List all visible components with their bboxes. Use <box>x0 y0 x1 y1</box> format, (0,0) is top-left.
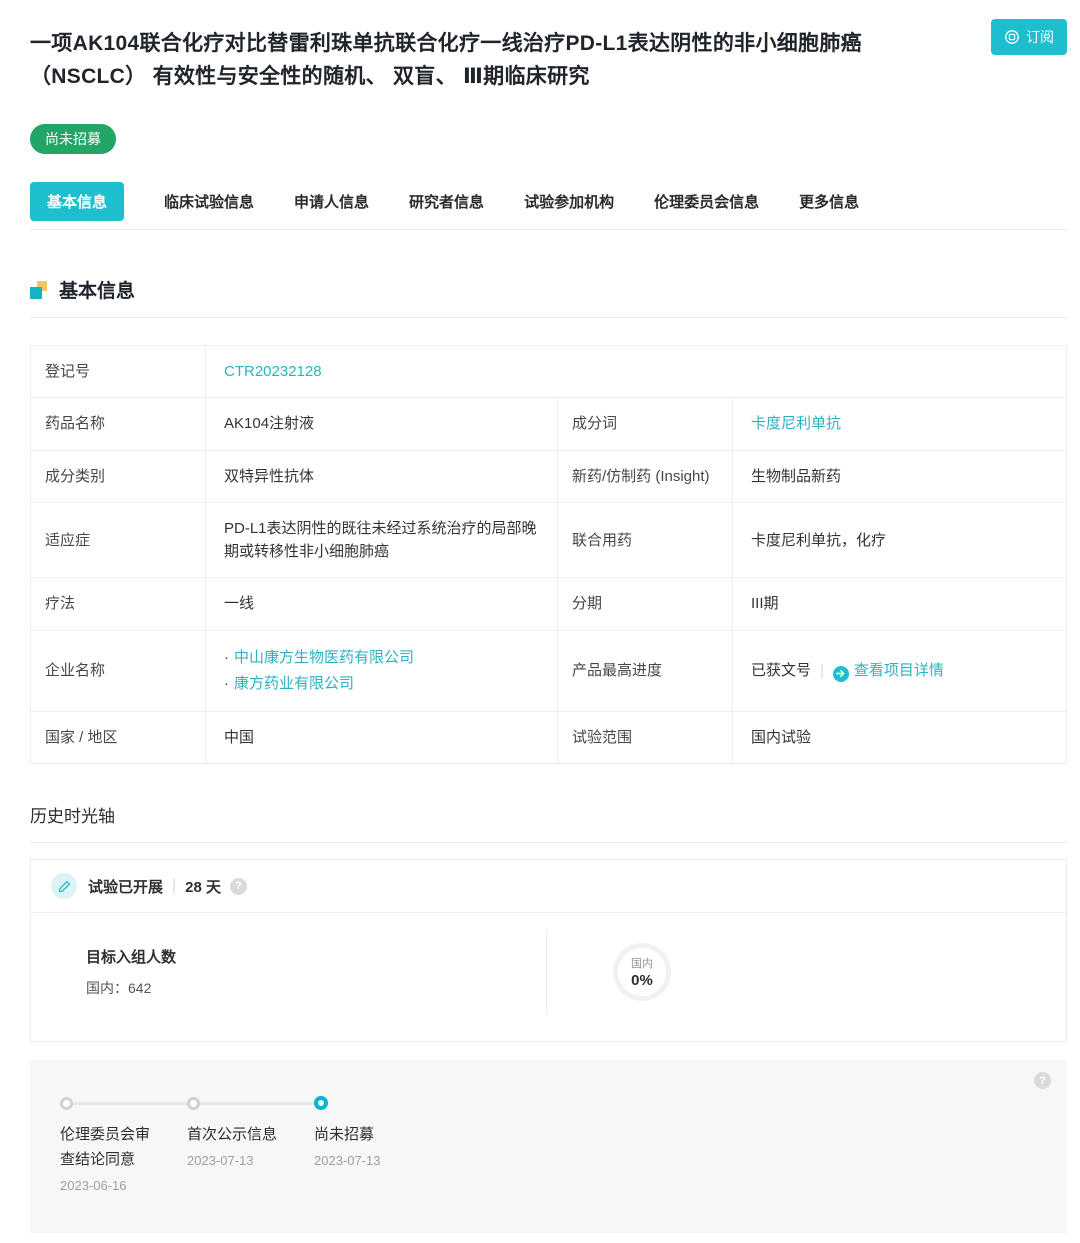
field-label-companies: 企业名称 <box>31 630 206 712</box>
tab-applicant-info[interactable]: 申请人信息 <box>294 182 369 221</box>
enrollment-target-block: 目标入组人数 国内：642 <box>31 946 546 998</box>
timeline-dot <box>187 1097 200 1110</box>
ingredient-link[interactable]: 卡度尼利单抗 <box>751 415 841 432</box>
subscribe-icon <box>1004 29 1020 45</box>
subscribe-button[interactable]: 订阅 <box>991 19 1067 55</box>
enrollment-domestic-count: 国内：642 <box>86 978 546 998</box>
field-value-therapy-line: 一线 <box>206 578 558 630</box>
registry-number-link[interactable]: CTR20232128 <box>224 363 322 380</box>
field-label-scope: 试验范围 <box>558 712 733 764</box>
timeline-event-ethics-approval: 伦理委员会审查结论同意 2023-06-16 <box>60 1096 187 1193</box>
basic-info-section-title: 基本信息 <box>59 276 135 303</box>
page-container: 一项AK104联合化疗对比替雷利珠单抗联合化疗一线治疗PD-L1表达阴性的非小细… <box>0 0 1080 1243</box>
tab-ethics-committee-info[interactable]: 伦理委员会信息 <box>654 182 759 221</box>
field-value-ingredient-class: 双特异性抗体 <box>206 450 558 502</box>
field-value-scope: 国内试验 <box>733 712 1067 764</box>
field-value-phase: III期 <box>733 578 1067 630</box>
progress-ring-wrap: 国内 0% <box>613 943 671 1001</box>
vertical-divider <box>546 931 547 1013</box>
ring-percent: 0% <box>631 972 653 989</box>
field-label-ingredient-class: 成分类别 <box>31 450 206 502</box>
field-value-new-drug: 生物制品新药 <box>733 450 1067 502</box>
field-value-product-progress: 已获文号 | 查看项目详情 <box>733 630 1067 712</box>
tab-bar: 基本信息 临床试验信息 申请人信息 研究者信息 试验参加机构 伦理委员会信息 更… <box>30 182 1067 230</box>
timeline-event-not-yet-recruiting: 尚未招募 2023-07-13 <box>314 1096 441 1193</box>
bullet: · <box>224 649 229 666</box>
domestic-progress-ring: 国内 0% <box>613 943 671 1001</box>
bullet: · <box>224 675 229 692</box>
trial-progress-card: 试验已开展 | 28 天 ? 目标入组人数 国内：642 国内 0% <box>30 859 1067 1042</box>
timeline-event-date: 2023-07-13 <box>314 1153 441 1168</box>
field-label-ingredient: 成分词 <box>558 398 733 450</box>
field-value-country: 中国 <box>206 712 558 764</box>
timeline-connector <box>200 1102 314 1105</box>
table-row: 国家 / 地区 中国 试验范围 国内试验 <box>31 712 1067 764</box>
field-value-indication: PD-L1表达阴性的既往未经过系统治疗的局部晚期或转移性非小细胞肺癌 <box>206 502 558 578</box>
trial-card-body: 目标入组人数 国内：642 国内 0% <box>31 913 1066 1041</box>
basic-info-section-header: 基本信息 <box>30 276 1067 318</box>
trial-status-text: 试验已开展 <box>88 876 163 897</box>
field-label-country: 国家 / 地区 <box>31 712 206 764</box>
table-row: 企业名称 · 中山康方生物医药有限公司 · 康方药业有限公司 产品最高进度 已获文号… <box>31 630 1067 712</box>
enrollment-target-title: 目标入组人数 <box>86 946 546 967</box>
table-row: 适应症 PD-L1表达阴性的既往未经过系统治疗的局部晚期或转移性非小细胞肺癌 联… <box>31 502 1067 578</box>
company-link-2[interactable]: 康方药业有限公司 <box>234 675 354 692</box>
milestone-timeline: 伦理委员会审查结论同意 2023-06-16 首次公示信息 2023-07-13… <box>60 1096 1037 1193</box>
timeline-dot-active <box>314 1096 328 1110</box>
timeline-event-name: 尚未招募 <box>314 1123 411 1148</box>
field-label-registry: 登记号 <box>31 346 206 398</box>
field-label-product-progress: 产品最高进度 <box>558 630 733 712</box>
table-row: 成分类别 双特异性抗体 新药/仿制药 (Insight) 生物制品新药 <box>31 450 1067 502</box>
basic-info-table: 登记号 CTR20232128 药品名称 AK104注射液 成分词 卡度尼利单抗… <box>30 345 1067 764</box>
timeline-event-name: 伦理委员会审查结论同意 <box>60 1123 157 1173</box>
ring-label: 国内 <box>631 955 653 971</box>
field-value-combination: 卡度尼利单抗，化疗 <box>733 502 1067 578</box>
table-row: 疗法 一线 分期 III期 <box>31 578 1067 630</box>
tab-clinical-trial-info[interactable]: 临床试验信息 <box>164 182 254 221</box>
table-row: 药品名称 AK104注射液 成分词 卡度尼利单抗 <box>31 398 1067 450</box>
product-progress-status: 已获文号 <box>751 662 811 679</box>
separator: | <box>172 877 176 895</box>
company-link-1[interactable]: 中山康方生物医药有限公司 <box>234 649 414 666</box>
field-label-indication: 适应症 <box>31 502 206 578</box>
table-row: 登记号 CTR20232128 <box>31 346 1067 398</box>
field-label-therapy-line: 疗法 <box>31 578 206 630</box>
tab-participating-institutions[interactable]: 试验参加机构 <box>524 182 614 221</box>
history-timeline-title: 历史时光轴 <box>30 802 1067 843</box>
tab-researcher-info[interactable]: 研究者信息 <box>409 182 484 221</box>
help-icon[interactable]: ? <box>230 878 247 895</box>
trial-days-count: 28 天 <box>185 876 221 897</box>
tab-more-info[interactable]: 更多信息 <box>799 182 859 221</box>
field-value-companies: · 中山康方生物医药有限公司 · 康方药业有限公司 <box>206 630 558 712</box>
separator: | <box>820 662 824 679</box>
field-value-drug-name: AK104注射液 <box>206 398 558 450</box>
arrow-circle-icon <box>833 666 849 682</box>
timeline-dot <box>60 1097 73 1110</box>
milestone-timeline-panel: ? 伦理委员会审查结论同意 2023-06-16 首次公示信息 2023-07-… <box>30 1060 1067 1233</box>
field-label-combination: 联合用药 <box>558 502 733 578</box>
tab-basic-info[interactable]: 基本信息 <box>30 182 124 221</box>
pencil-icon <box>51 873 77 899</box>
field-label-drug-name: 药品名称 <box>31 398 206 450</box>
subscribe-label: 订阅 <box>1026 27 1054 47</box>
timeline-connector <box>73 1102 187 1105</box>
help-icon[interactable]: ? <box>1034 1072 1051 1089</box>
section-squares-icon <box>30 281 48 299</box>
trial-card-header: 试验已开展 | 28 天 ? <box>31 860 1066 913</box>
status-badge: 尚未招募 <box>30 124 116 154</box>
view-project-details-link[interactable]: 查看项目详情 <box>854 662 944 679</box>
page-title: 一项AK104联合化疗对比替雷利珠单抗联合化疗一线治疗PD-L1表达阴性的非小细… <box>30 28 910 93</box>
timeline-event-first-publication: 首次公示信息 2023-07-13 <box>187 1096 314 1193</box>
timeline-event-date: 2023-07-13 <box>187 1153 314 1168</box>
timeline-event-name: 首次公示信息 <box>187 1123 284 1148</box>
field-label-phase: 分期 <box>558 578 733 630</box>
page-header: 一项AK104联合化疗对比替雷利珠单抗联合化疗一线治疗PD-L1表达阴性的非小细… <box>30 14 1067 107</box>
timeline-event-date: 2023-06-16 <box>60 1178 187 1193</box>
field-label-new-drug: 新药/仿制药 (Insight) <box>558 450 733 502</box>
